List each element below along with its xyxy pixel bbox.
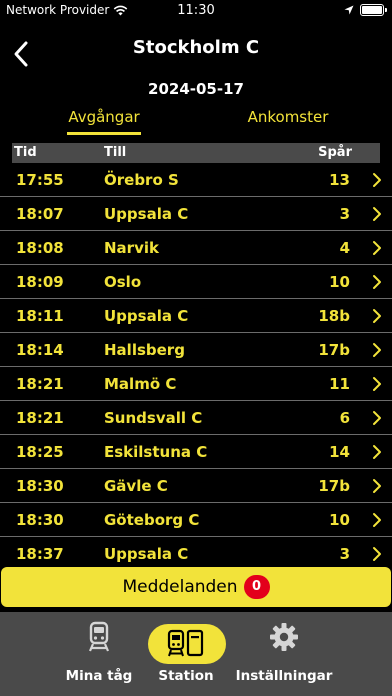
date-label: 2024-05-17: [148, 80, 244, 98]
chevron-right-icon: [373, 513, 381, 527]
chevron-right-icon: [373, 445, 381, 459]
departure-destination: Malmö C: [104, 375, 177, 393]
departure-track: 14: [329, 443, 350, 461]
tab-my-trains[interactable]: Mina tåg: [49, 618, 149, 690]
departure-row[interactable]: 18:07 Uppsala C 3: [0, 197, 392, 231]
column-header-destination: Till: [104, 145, 127, 160]
tab-settings[interactable]: Inställningar: [232, 618, 336, 690]
departure-track: 11: [329, 375, 350, 393]
departure-row[interactable]: 18:11 Uppsala C 18b: [0, 299, 392, 333]
departure-destination: Narvik: [104, 239, 159, 257]
station-icon: [167, 629, 204, 657]
departure-track: 3: [339, 205, 350, 223]
departure-arrival-tabs: Avgångar Ankomster: [0, 108, 392, 136]
departure-row[interactable]: 18:37 Uppsala C 3: [0, 537, 392, 567]
chevron-right-icon: [373, 547, 381, 561]
departure-time: 18:21: [16, 409, 64, 427]
departure-track: 18b: [318, 307, 350, 325]
tab-station[interactable]: Station: [136, 618, 236, 690]
chevron-right-icon: [373, 275, 381, 289]
departure-time: 18:37: [16, 545, 64, 563]
status-bar: Network Provider 11:30: [0, 0, 392, 22]
departure-track: 10: [329, 511, 350, 529]
departure-time: 18:08: [16, 239, 64, 257]
departure-destination: Eskilstuna C: [104, 443, 208, 461]
departure-row[interactable]: 17:55 Örebro S 13: [0, 163, 392, 197]
tab-label-my-trains: Mina tåg: [65, 668, 133, 684]
departure-track: 17b: [318, 477, 350, 495]
departure-track: 4: [339, 239, 350, 257]
departure-time: 18:14: [16, 341, 64, 359]
chevron-right-icon: [373, 411, 381, 425]
chevron-right-icon: [373, 343, 381, 357]
departure-time: 17:55: [16, 171, 64, 189]
status-right: [344, 4, 387, 16]
gear-icon: [270, 623, 298, 651]
selected-tab-indicator: [67, 132, 141, 135]
departure-destination: Oslo: [104, 273, 142, 291]
departure-row[interactable]: 18:21 Malmö C 11: [0, 367, 392, 401]
departure-row[interactable]: 18:30 Gävle C 17b: [0, 469, 392, 503]
status-time: 11:30: [177, 3, 215, 18]
chevron-right-icon: [373, 377, 381, 391]
battery-level: [362, 6, 382, 14]
nav-header: Stockholm C: [0, 30, 392, 70]
departure-track: 13: [329, 171, 350, 189]
departure-time: 18:30: [16, 477, 64, 495]
departure-row[interactable]: 18:21 Sundsvall C 6: [0, 401, 392, 435]
departure-row[interactable]: 18:14 Hallsberg 17b: [0, 333, 392, 367]
tab-arrivals[interactable]: Ankomster: [242, 108, 334, 126]
column-header-time: Tid: [14, 145, 37, 160]
bottom-tab-bar: Mina tåg Station Inställningar: [0, 612, 392, 696]
battery-icon: [360, 4, 387, 16]
departure-destination: Örebro S: [104, 171, 179, 189]
tab-departures[interactable]: Avgångar: [67, 108, 141, 126]
column-header-track: Spår: [318, 145, 352, 160]
departure-destination: Sundsvall C: [104, 409, 203, 427]
chevron-right-icon: [373, 479, 381, 493]
departure-destination: Göteborg C: [104, 511, 200, 529]
tab-label-station: Station: [158, 668, 214, 684]
departure-destination: Uppsala C: [104, 205, 189, 223]
messages-label: Meddelanden: [122, 577, 238, 597]
departure-time: 18:25: [16, 443, 64, 461]
departure-row[interactable]: 18:08 Narvik 4: [0, 231, 392, 265]
departure-time: 18:21: [16, 375, 64, 393]
departure-list[interactable]: 17:55 Örebro S 13 18:07 Uppsala C 3 18:0…: [0, 163, 392, 567]
departure-time: 18:30: [16, 511, 64, 529]
chevron-right-icon: [373, 207, 381, 221]
departure-track: 3: [339, 545, 350, 563]
chevron-right-icon: [373, 173, 381, 187]
tab-label-settings: Inställningar: [235, 668, 333, 684]
chevron-right-icon: [373, 309, 381, 323]
departure-time: 18:09: [16, 273, 64, 291]
departure-time: 18:07: [16, 205, 64, 223]
train-icon: [88, 621, 110, 652]
departure-track: 10: [329, 273, 350, 291]
departure-row[interactable]: 18:30 Göteborg C 10: [0, 503, 392, 537]
location-arrow-icon: [344, 5, 354, 15]
chevron-right-icon: [373, 241, 381, 255]
departure-destination: Uppsala C: [104, 545, 189, 563]
departure-destination: Uppsala C: [104, 307, 189, 325]
departure-track: 6: [339, 409, 350, 427]
departure-row[interactable]: 18:09 Oslo 10: [0, 265, 392, 299]
table-header: Tid Till Spår: [12, 143, 380, 163]
messages-count-badge: 0: [243, 575, 270, 599]
departure-track: 17b: [318, 341, 350, 359]
departure-time: 18:11: [16, 307, 64, 325]
messages-button[interactable]: Meddelanden 0: [1, 567, 391, 607]
departure-row[interactable]: 18:25 Eskilstuna C 14: [0, 435, 392, 469]
departure-destination: Gävle C: [104, 477, 168, 495]
page-title: Stockholm C: [132, 37, 260, 58]
departure-destination: Hallsberg: [104, 341, 185, 359]
